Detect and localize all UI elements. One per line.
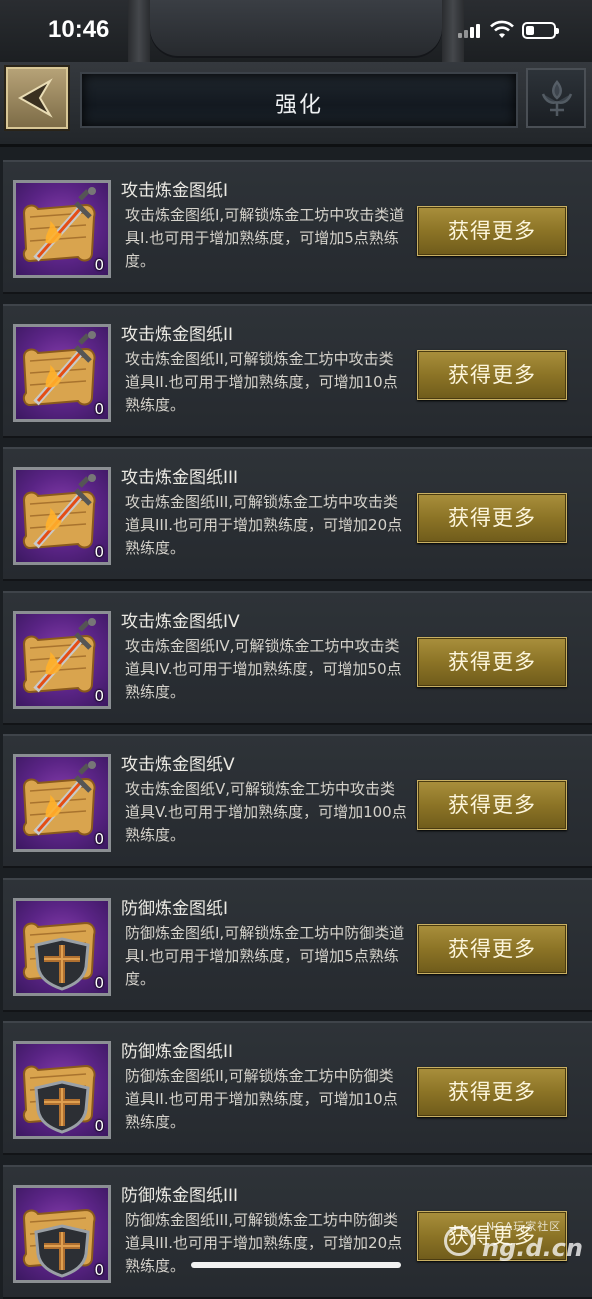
title-panel: 强化 bbox=[80, 72, 518, 128]
item-count: 0 bbox=[94, 256, 104, 274]
page-title: 强化 bbox=[274, 93, 323, 118]
get-more-button[interactable]: 获得更多 bbox=[417, 206, 567, 256]
item-icon-frame[interactable]: 0 bbox=[13, 754, 111, 852]
item-name: 攻击炼金图纸IV bbox=[121, 612, 240, 632]
item-name: 防御炼金图纸III bbox=[121, 1186, 239, 1206]
item-icon-frame[interactable]: 0 bbox=[13, 180, 111, 278]
list-item: 0 攻击炼金图纸V 攻击炼金图纸V,可解锁炼金工坊中攻击类道具V.也可用于增加熟练度… bbox=[3, 734, 592, 868]
item-icon-frame[interactable]: 0 bbox=[13, 324, 111, 422]
fleur-emblem-icon bbox=[541, 80, 573, 116]
item-icon-frame[interactable]: 0 bbox=[13, 1041, 111, 1139]
item-name: 防御炼金图纸II bbox=[121, 1042, 234, 1062]
item-count: 0 bbox=[94, 687, 104, 705]
item-name: 攻击炼金图纸V bbox=[121, 755, 235, 775]
list-item: 0 攻击炼金图纸II 攻击炼金图纸II,可解锁炼金工坊中攻击类道具II.也可用于增加… bbox=[3, 304, 592, 438]
item-description: 攻击炼金图纸I,可解锁炼金工坊中攻击类道具I.也可用于增加熟练度，可增加5点熟练… bbox=[125, 206, 405, 270]
home-indicator[interactable] bbox=[191, 1262, 401, 1268]
item-count: 0 bbox=[94, 1261, 104, 1279]
item-description: 攻击炼金图纸II,可解锁炼金工坊中攻击类道具II.也可用于增加熟练度，可增加10… bbox=[125, 350, 398, 414]
item-name: 攻击炼金图纸III bbox=[121, 468, 239, 488]
list-item: 0 攻击炼金图纸III 攻击炼金图纸III,可解锁炼金工坊中攻击类道具III.也可用… bbox=[3, 447, 592, 581]
get-more-button[interactable]: 获得更多 bbox=[417, 350, 567, 400]
cellular-signal-icon bbox=[458, 22, 484, 38]
get-more-button[interactable]: 获得更多 bbox=[417, 637, 567, 687]
item-name: 攻击炼金图纸I bbox=[121, 181, 229, 201]
list-item: 0 攻击炼金图纸I 攻击炼金图纸I,可解锁炼金工坊中攻击类道具I.也可用于增加熟练度… bbox=[3, 160, 592, 294]
item-name: 防御炼金图纸I bbox=[121, 899, 229, 919]
watermark-main-text: ng.d.cn bbox=[482, 1234, 583, 1262]
item-description: 攻击炼金图纸III,可解锁炼金工坊中攻击类道具III.也可用于增加熟练度，可增加… bbox=[125, 493, 403, 557]
item-icon-frame[interactable]: 0 bbox=[13, 611, 111, 709]
list-item: 0 攻击炼金图纸IV 攻击炼金图纸IV,可解锁炼金工坊中攻击类道具IV.也可用于增加… bbox=[3, 591, 592, 725]
back-arrow-icon bbox=[17, 78, 53, 118]
status-time: 10:46 bbox=[48, 16, 110, 43]
get-more-button[interactable]: 获得更多 bbox=[417, 493, 567, 543]
item-name: 攻击炼金图纸II bbox=[121, 325, 234, 345]
status-bar: 10:46 bbox=[0, 0, 592, 62]
watermark-top-text: NGA玩家社区 bbox=[486, 1220, 562, 1233]
status-notch bbox=[150, 0, 442, 58]
item-description: 防御炼金图纸II,可解锁炼金工坊中防御类道具II.也可用于增加熟练度，可增加10… bbox=[125, 1067, 398, 1131]
get-more-button[interactable]: 获得更多 bbox=[417, 1067, 567, 1117]
frame-pillar bbox=[128, 0, 150, 62]
item-count: 0 bbox=[94, 400, 104, 418]
back-button[interactable] bbox=[4, 65, 70, 131]
watermark-icon bbox=[444, 1226, 474, 1256]
item-description: 攻击炼金图纸V,可解锁炼金工坊中攻击类道具V.也可用于增加熟练度，可增加100点… bbox=[125, 780, 407, 844]
item-count: 0 bbox=[94, 1117, 104, 1135]
item-icon-frame[interactable]: 0 bbox=[13, 898, 111, 996]
get-more-button[interactable]: 获得更多 bbox=[417, 780, 567, 830]
item-count: 0 bbox=[94, 830, 104, 848]
item-count: 0 bbox=[94, 974, 104, 992]
item-description: 防御炼金图纸I,可解锁炼金工坊中防御类道具I.也可用于增加熟练度，可增加5点熟练… bbox=[125, 924, 405, 988]
item-count: 0 bbox=[94, 543, 104, 561]
battery-icon bbox=[522, 22, 559, 39]
item-icon-frame[interactable]: 0 bbox=[13, 467, 111, 565]
item-description: 攻击炼金图纸IV,可解锁炼金工坊中攻击类道具IV.也可用于增加熟练度，可增加50… bbox=[125, 637, 402, 701]
wifi-icon bbox=[490, 20, 514, 38]
get-more-button[interactable]: 获得更多 bbox=[417, 924, 567, 974]
item-icon-frame[interactable]: 0 bbox=[13, 1185, 111, 1283]
list-item: 0 防御炼金图纸II 防御炼金图纸II,可解锁炼金工坊中防御类道具II.也可用于增加… bbox=[3, 1021, 592, 1155]
menu-emblem-button[interactable] bbox=[526, 68, 586, 128]
list-item: 0 防御炼金图纸I 防御炼金图纸I,可解锁炼金工坊中防御类道具I.也可用于增加熟练度… bbox=[3, 878, 592, 1012]
page-header: 强化 bbox=[0, 62, 592, 147]
watermark-logo: NGA玩家社区 ng.d.cn bbox=[440, 1206, 588, 1276]
